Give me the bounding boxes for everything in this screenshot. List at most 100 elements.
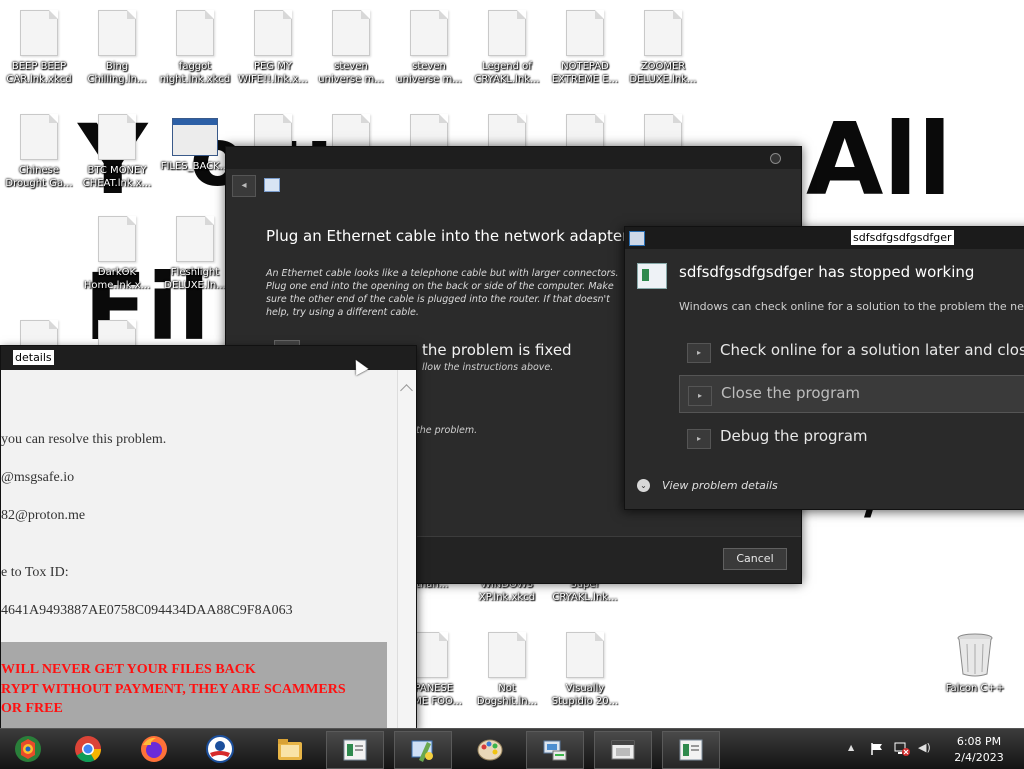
check-online-option[interactable]: ▸ Check online for a solution later and … bbox=[679, 333, 1024, 369]
desktop-icon-darkok-home[interactable]: DarkOK Home.lnk.x... bbox=[78, 206, 156, 296]
step-title[interactable]: the problem is fixed bbox=[422, 341, 572, 359]
action-center-flag-icon[interactable] bbox=[870, 742, 884, 756]
taskbar-window-2[interactable] bbox=[394, 731, 452, 769]
document-icon bbox=[98, 216, 136, 262]
contact-email-1: @msgsafe.io bbox=[1, 470, 75, 485]
document-icon bbox=[20, 114, 58, 160]
warning-line: RYPT WITHOUT PAYMENT, THEY ARE SCAMMERS bbox=[1, 682, 346, 697]
paint-palette-icon bbox=[477, 739, 503, 761]
title-bar bbox=[226, 147, 801, 169]
close-icon[interactable] bbox=[770, 153, 781, 164]
arrow-right-icon: ▸ bbox=[688, 386, 712, 406]
document-icon bbox=[176, 216, 214, 262]
arrow-right-icon: ▸ bbox=[687, 429, 711, 449]
desktop-icon-chinese-drought[interactable]: Chinese Drought Ga... bbox=[0, 104, 78, 194]
skip-step-text: the problem. bbox=[416, 425, 478, 436]
desktop-icon-zoomer-deluxe[interactable]: ZOOMER DELUXE.lnk... bbox=[624, 0, 702, 90]
clock-time: 6:08 PM bbox=[956, 735, 1002, 748]
title-bar: sdfsdfgsdfgsdfger bbox=[625, 227, 1024, 249]
app-window-icon bbox=[343, 739, 367, 761]
desktop-icon-steven-universe-2[interactable]: steven universe m... bbox=[390, 0, 468, 90]
document-icon bbox=[488, 632, 526, 678]
program-icon bbox=[629, 231, 645, 246]
window-title: sdfsdfgsdfgsdfger bbox=[851, 230, 954, 245]
document-icon bbox=[98, 114, 136, 160]
network-computer-icon bbox=[543, 740, 567, 761]
desktop-icon-fleshlight-deluxe[interactable]: Fleshlight DELUXE.ln... bbox=[156, 206, 234, 296]
ransom-note-window: details you can resolve this problem. @m… bbox=[0, 345, 417, 730]
desktop-icon-peg-my-wife[interactable]: PEG MY WIFE!!.lnk.x... bbox=[234, 0, 312, 90]
close-program-option[interactable]: ▸ Close the program bbox=[679, 375, 1024, 413]
taskbar-paint[interactable] bbox=[462, 731, 518, 767]
desktop-icon-bing-chilling[interactable]: Bing Chilling.ln... bbox=[78, 0, 156, 90]
network-error-icon[interactable] bbox=[894, 742, 910, 756]
desktop-icon-btc-money-cheat[interactable]: BTC MONEY CHEAT.lnk.x... bbox=[78, 104, 156, 194]
desktop-icon-not-dogshit[interactable]: Not Dogshit.ln... bbox=[468, 622, 546, 712]
taskbar-chrome[interactable] bbox=[60, 731, 116, 767]
firefox-icon bbox=[141, 736, 167, 762]
window-app-icon bbox=[172, 118, 218, 156]
obama-logo-icon bbox=[206, 735, 234, 763]
note-line: e to Tox ID: bbox=[1, 565, 69, 580]
taskbar-obama[interactable] bbox=[192, 731, 248, 767]
debug-program-option[interactable]: ▸ Debug the program bbox=[679, 419, 1024, 455]
cancel-button[interactable]: Cancel bbox=[723, 548, 787, 570]
warning-line: OR FREE bbox=[1, 701, 63, 716]
desktop-icon-falcon-cpp[interactable]: Falcon C++ bbox=[936, 622, 1014, 712]
taskbar-window-1[interactable] bbox=[326, 731, 384, 769]
dialog-description: An Ethernet cable looks like a telephone… bbox=[266, 268, 619, 318]
document-icon bbox=[20, 10, 58, 56]
scroll-up-icon[interactable] bbox=[400, 384, 413, 397]
document-icon bbox=[410, 10, 448, 56]
taskbar-firefox[interactable] bbox=[126, 731, 182, 767]
error-subtext: Windows can check online for a solution … bbox=[679, 300, 1024, 313]
warning-box: WILL NEVER GET YOUR FILES BACK RYPT WITH… bbox=[1, 642, 387, 729]
folder-icon bbox=[278, 739, 302, 760]
recycle-bin-icon bbox=[957, 633, 993, 677]
arrow-right-icon: ▸ bbox=[687, 343, 711, 363]
taskbar: ▲ ◀) 6:08 PM 2/4/2023 bbox=[0, 728, 1024, 769]
dialog-heading: Plug an Ethernet cable into the network … bbox=[266, 227, 629, 245]
desktop-icon-steven-universe-1[interactable]: steven universe m... bbox=[312, 0, 390, 90]
window-title: details bbox=[13, 350, 54, 365]
wallpaper-word-all: All bbox=[806, 101, 952, 218]
program-error-icon bbox=[637, 263, 667, 289]
option-label: Check online for a solution later and cl… bbox=[720, 341, 1024, 359]
note-line: you can resolve this problem. bbox=[1, 432, 167, 447]
option-label: Close the program bbox=[721, 384, 861, 402]
document-icon bbox=[644, 10, 682, 56]
desktop-icon-night[interactable]: faggot night.lnk.xkcd bbox=[156, 0, 234, 90]
back-button[interactable]: ◂ bbox=[232, 175, 256, 197]
chevron-down-icon: ⌄ bbox=[637, 479, 650, 492]
taskbar-explorer[interactable] bbox=[262, 731, 318, 767]
system-clock[interactable]: 6:08 PM 2/4/2023 bbox=[946, 734, 1012, 766]
taskbar-window-3[interactable] bbox=[526, 731, 584, 769]
start-button[interactable] bbox=[0, 731, 56, 767]
desktop-icon-legend-of-cryakl[interactable]: Legend of CRYAKL.lnk... bbox=[468, 0, 546, 90]
volume-icon[interactable]: ◀) bbox=[918, 741, 931, 754]
desktop-icon-files-back[interactable]: FILES_BACK... bbox=[156, 104, 234, 194]
warning-line: WILL NEVER GET YOUR FILES BACK bbox=[1, 662, 256, 677]
chrome-icon bbox=[75, 736, 102, 763]
document-icon bbox=[254, 10, 292, 56]
tox-id: 4641A9493887AE0758C094434DAA88C9F8A063 bbox=[1, 603, 293, 618]
document-icon bbox=[332, 10, 370, 56]
error-heading: sdfsdfgsdfgsdfger has stopped working bbox=[679, 263, 975, 281]
option-label: Debug the program bbox=[720, 427, 868, 445]
network-diagnostics-icon bbox=[411, 740, 433, 762]
network-troubleshooter-icon bbox=[264, 178, 280, 192]
desktop-icon-notepad-extreme[interactable]: NOTEPAD EXTREME E... bbox=[546, 0, 624, 90]
taskbar-window-4[interactable] bbox=[594, 731, 652, 769]
taskbar-window-5[interactable] bbox=[662, 731, 720, 769]
document-icon bbox=[566, 10, 604, 56]
start-orb-icon bbox=[15, 736, 41, 762]
show-hidden-icons-button[interactable]: ▲ bbox=[848, 743, 854, 752]
step-subtitle: llow the instructions above. bbox=[422, 362, 554, 373]
desktop-icon-beep-beep-car[interactable]: BEEP BEEP CAR.lnk.xkcd bbox=[0, 0, 78, 90]
scrollbar[interactable] bbox=[397, 370, 416, 729]
document-icon bbox=[176, 10, 214, 56]
contact-email-2: 82@proton.me bbox=[1, 508, 86, 523]
view-details-label: View problem details bbox=[662, 479, 778, 492]
document-icon bbox=[98, 10, 136, 56]
desktop-icon-visually-stupidio[interactable]: Visually Stupidio 20... bbox=[546, 622, 624, 712]
